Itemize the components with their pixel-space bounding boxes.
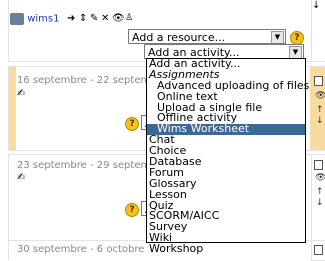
highlight-checkbox[interactable] (314, 245, 323, 255)
help-icon[interactable]: ? (125, 117, 139, 131)
move-up-icon[interactable]: ↑ (316, 106, 324, 115)
move-icon[interactable]: ⇕ (79, 13, 87, 24)
add-resource-select[interactable]: Add a resource... ▼ (128, 29, 286, 44)
edit-summary-icon[interactable]: ✍ (17, 88, 25, 99)
module-row: wims1 (10, 13, 59, 25)
move-right-icon[interactable]: ➜ (67, 13, 75, 24)
week-3-dates: 30 septembre - 6 octobre (17, 244, 145, 255)
highlight-checkbox[interactable] (314, 76, 323, 86)
highlight-checkbox[interactable] (314, 160, 323, 170)
move-up-icon[interactable]: ↑ (316, 188, 324, 197)
move-down-icon[interactable]: ↓ (316, 199, 324, 208)
chevron-down-icon: ▼ (271, 31, 284, 43)
delete-icon[interactable]: ✕ (101, 13, 109, 24)
hide-eye-icon[interactable]: 👁 (112, 13, 125, 24)
help-icon[interactable]: ? (290, 31, 304, 45)
eye-icon[interactable]: 👁 (315, 92, 325, 101)
help-icon[interactable]: ? (125, 203, 139, 217)
module-link[interactable]: wims1 (27, 14, 59, 25)
edit-summary-icon[interactable]: ✍ (17, 172, 25, 183)
eye-icon[interactable]: 👁 (315, 174, 325, 183)
add-resource-value: Add a resource... (132, 31, 226, 44)
week-2-dates: 23 septembre - 29 septembre (17, 160, 167, 171)
activity-dropdown-list[interactable]: Add an activity... Assignments Advanced up… (146, 58, 309, 254)
move-down-icon[interactable]: ↓ (312, 0, 320, 11)
wims-module-icon (10, 13, 24, 25)
roles-icon[interactable]: ♙ (125, 13, 133, 23)
dropdown-option[interactable]: Workshop (147, 243, 305, 255)
week-1-dates: 16 septembre - 22 septembre (17, 75, 167, 86)
edit-icon[interactable]: ✎ (90, 13, 98, 24)
move-down-icon[interactable]: ↓ (316, 117, 324, 126)
